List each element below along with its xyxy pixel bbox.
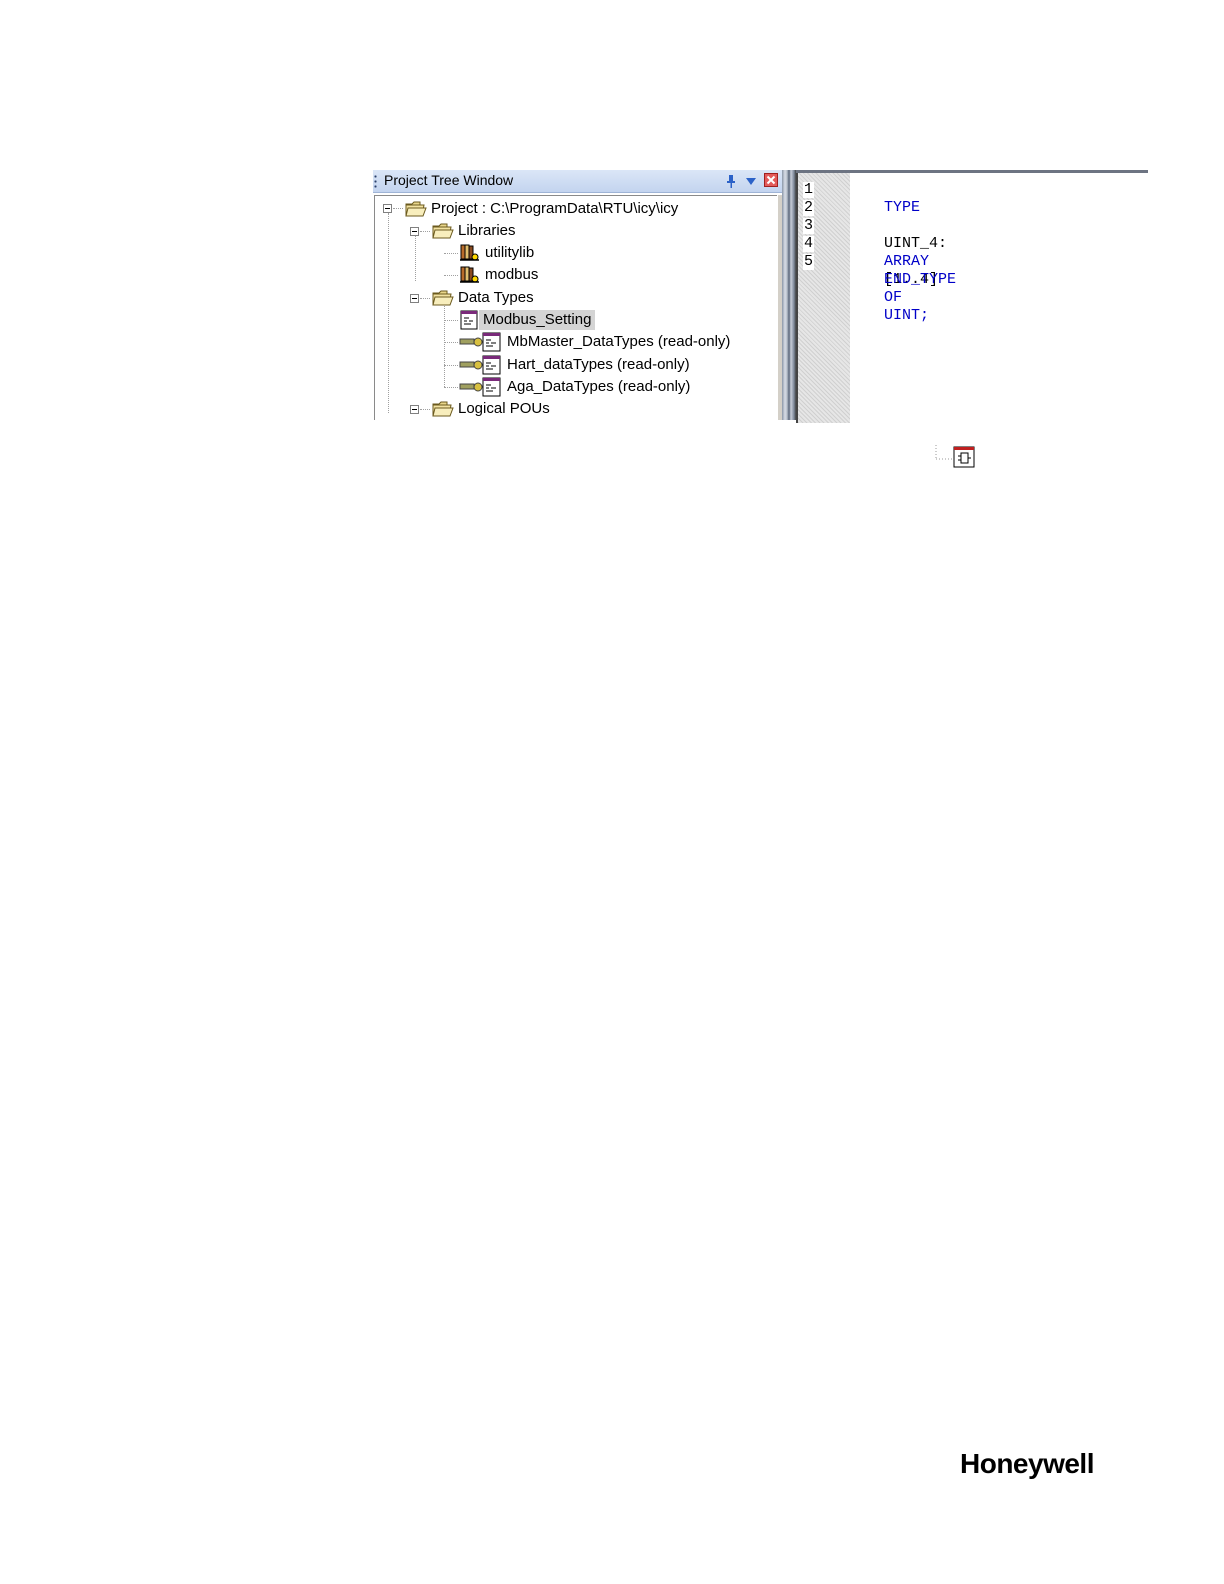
line-number: 5 xyxy=(803,253,815,270)
collapse-datatypes-icon[interactable] xyxy=(410,294,419,303)
tree-node-label: modbus xyxy=(485,266,539,283)
folder-icon xyxy=(432,223,454,239)
tree-window-title: Project Tree Window xyxy=(384,172,514,188)
tree-node-logical-pous[interactable]: Logical POUs xyxy=(432,398,554,420)
collapse-project-icon[interactable] xyxy=(383,204,392,213)
folder-icon xyxy=(405,201,427,217)
project-tree-window: Project Tree Window Project: C:\Program… xyxy=(373,170,785,420)
readonly-datatype-icon xyxy=(459,332,501,352)
library-icon xyxy=(460,266,479,283)
folder-icon xyxy=(432,290,454,306)
tree-node-modbus[interactable]: modbus xyxy=(459,264,542,286)
line-number-gutter: 1 2 3 4 5 xyxy=(796,173,850,423)
tree-node-libraries[interactable]: Libraries xyxy=(432,220,520,242)
datatype-icon xyxy=(460,310,478,330)
honeywell-logo: Honeywell xyxy=(960,1448,1094,1479)
drag-grip-icon[interactable] xyxy=(374,174,377,189)
semicolon: ; xyxy=(920,307,930,324)
tree-node-label: MbMaster_DataTypes (read-only) xyxy=(507,333,731,350)
keyword-uint: UINT xyxy=(884,307,921,324)
code-editor[interactable]: 1 2 3 4 5 TYPE UINT_4: ARRAY [1..4] OF U… xyxy=(796,170,1148,423)
function-block-icon xyxy=(935,445,975,468)
tree-node-data-types[interactable]: Data Types xyxy=(432,287,538,309)
tree-node-modbus-setting[interactable]: Modbus_Setting xyxy=(459,309,596,331)
collapse-logical-pous-icon[interactable] xyxy=(410,405,419,414)
code-line-5[interactable]: END_TYPE xyxy=(848,253,956,307)
tree-node-project[interactable]: Project : C:\ProgramData\RTU\icy\icy xyxy=(405,198,682,220)
keyword-type: TYPE xyxy=(884,199,921,216)
readonly-datatype-icon xyxy=(459,355,501,375)
pane-splitter[interactable] xyxy=(782,170,796,420)
tree-node-mbmaster-datatypes[interactable]: MbMaster_DataTypes (read-only) xyxy=(459,331,734,353)
tree-node-label: utilitylib xyxy=(485,244,535,261)
tree-node-label: Data Types xyxy=(458,289,534,306)
collapse-libraries-icon[interactable] xyxy=(410,227,419,236)
tree-view[interactable]: Project : C:\ProgramData\RTU\icy\icy Lib… xyxy=(374,195,778,420)
tree-node-aga-datatypes[interactable]: Aga_DataTypes (read-only) xyxy=(459,376,694,398)
tree-node-hart-datatypes[interactable]: Hart_dataTypes (read-only) xyxy=(459,354,694,376)
tree-node-label: Modbus_Setting xyxy=(479,310,596,330)
library-icon xyxy=(460,244,479,261)
folder-icon xyxy=(432,401,454,417)
type-identifier: UINT_4: xyxy=(884,235,948,252)
line-number: 4 xyxy=(803,235,815,252)
pin-icon[interactable] xyxy=(724,174,738,188)
line-number: 3 xyxy=(803,217,815,234)
tree-node-label: Hart_dataTypes (read-only) xyxy=(507,356,690,373)
readonly-datatype-icon xyxy=(459,377,501,397)
tree-node-label: Libraries xyxy=(458,222,516,239)
tree-window-titlebar[interactable]: Project Tree Window xyxy=(373,170,785,193)
keyword-end-type: END_TYPE xyxy=(884,271,957,288)
tree-node-label: Project : C:\ProgramData\RTU\icy\icy xyxy=(431,200,679,217)
tree-node-label: Aga_DataTypes (read-only) xyxy=(507,378,691,395)
tree-node-utilitylib[interactable]: utilitylib xyxy=(459,242,538,264)
tree-node-label: Logical POUs xyxy=(458,400,550,417)
close-icon[interactable] xyxy=(764,173,778,187)
line-number: 2 xyxy=(803,199,815,216)
dropdown-icon[interactable] xyxy=(744,174,758,188)
line-number: 1 xyxy=(803,181,815,198)
